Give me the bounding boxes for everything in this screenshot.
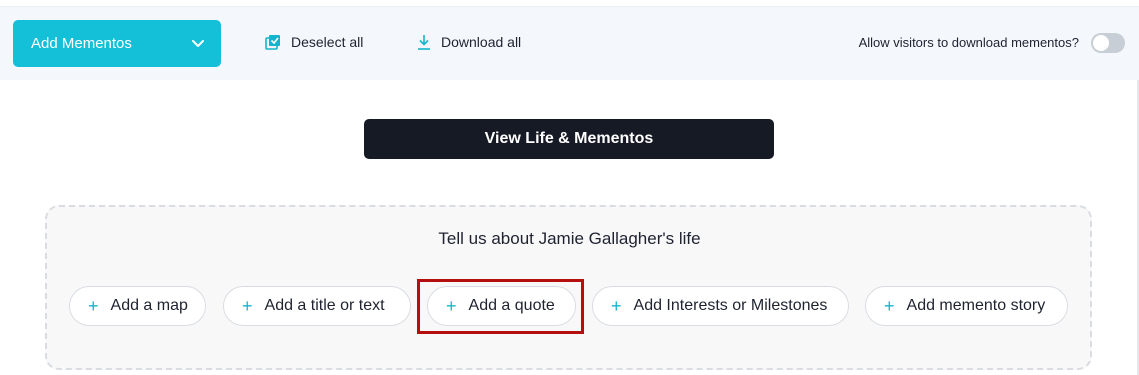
chevron-down-icon: [192, 40, 204, 47]
download-icon: [418, 35, 430, 50]
plus-icon: +: [242, 296, 253, 316]
toolbar: Add Mementos Deselect all Download all A…: [0, 6, 1139, 80]
add-mementos-dropdown[interactable]: Add Mementos: [13, 20, 221, 67]
add-quote-label: Add a quote: [468, 297, 555, 314]
add-title-text-label: Add a title or text: [264, 297, 385, 314]
plus-icon: +: [611, 296, 622, 316]
allow-download-toggle[interactable]: [1091, 33, 1125, 53]
add-memento-story-button[interactable]: + Add memento story: [865, 286, 1068, 326]
tell-us-title: Tell us about Jamie Gallagher's life: [438, 229, 701, 248]
deselect-all-label: Deselect all: [291, 34, 364, 50]
allow-download-label: Allow visitors to download mementos?: [858, 35, 1079, 50]
view-life-mementos-button[interactable]: View Life & Mementos: [364, 119, 774, 159]
add-title-text-button[interactable]: + Add a title or text: [223, 286, 411, 326]
add-mementos-label: Add Mementos: [31, 35, 132, 52]
add-memento-story-label: Add memento story: [906, 297, 1046, 314]
plus-icon: +: [446, 296, 457, 316]
add-interests-milestones-button[interactable]: + Add Interests or Milestones: [592, 286, 849, 326]
add-map-button[interactable]: + Add a map: [69, 286, 206, 326]
download-all-button[interactable]: Download all: [417, 34, 521, 50]
toggle-knob: [1093, 35, 1109, 51]
deselect-all-button[interactable]: Deselect all: [265, 34, 363, 50]
add-map-label: Add a map: [110, 297, 188, 314]
plus-icon: +: [88, 296, 99, 316]
add-quote-button[interactable]: + Add a quote: [427, 286, 576, 326]
checkbox-stack-icon: [265, 35, 280, 50]
plus-icon: +: [884, 296, 895, 316]
download-all-label: Download all: [441, 34, 522, 50]
add-interests-milestones-label: Add Interests or Milestones: [633, 297, 828, 314]
